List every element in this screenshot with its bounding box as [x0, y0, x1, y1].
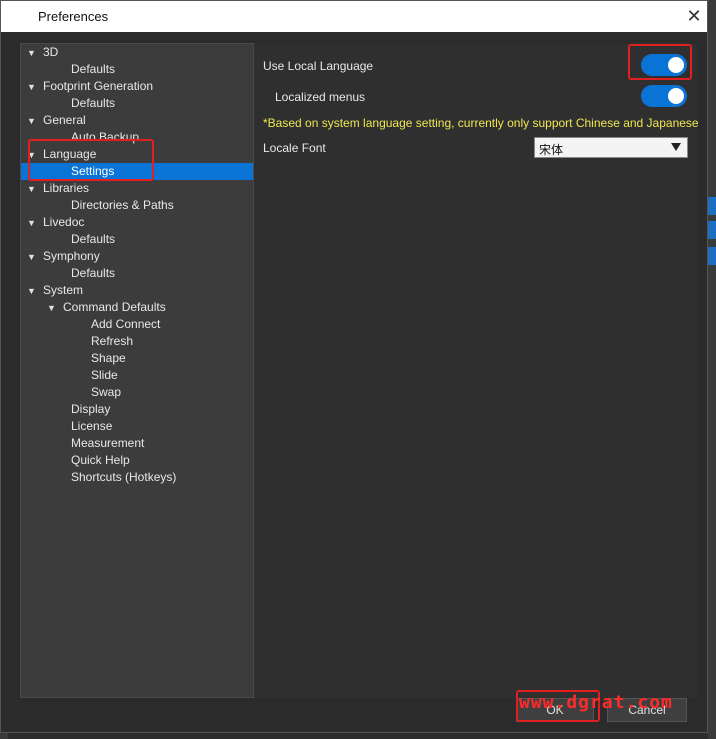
watermark-text: www.dgrat.com — [519, 692, 673, 713]
tree-item-label: Defaults — [71, 62, 116, 76]
tree-item[interactable]: Shortcuts (Hotkeys) — [21, 469, 253, 486]
language-note: *Based on system language setting, curre… — [263, 116, 699, 130]
tree-item[interactable]: ▼ System — [21, 282, 253, 299]
tree-item[interactable]: Refresh — [21, 333, 253, 350]
tree-item-label: Quick Help — [71, 453, 130, 467]
expand-arrow-icon[interactable]: ▼ — [27, 113, 39, 130]
chevron-down-icon — [671, 143, 681, 151]
expand-arrow-icon[interactable]: ▼ — [27, 249, 39, 266]
tree-item[interactable]: ▼ Command Defaults — [21, 299, 253, 316]
expand-arrow-icon[interactable]: ▼ — [47, 300, 59, 317]
tree-item[interactable]: Measurement — [21, 435, 253, 452]
tree-item-label: Defaults — [71, 266, 116, 280]
toggle-knob — [668, 88, 684, 104]
locale-font-value: 宋体 — [539, 143, 564, 157]
close-icon[interactable]: ✕ — [683, 5, 705, 27]
background-app-right — [708, 0, 716, 739]
tree-item[interactable]: Display — [21, 401, 253, 418]
tree-item-label: Libraries — [43, 181, 90, 195]
localized-menus-label: Localized menus — [275, 90, 366, 104]
tree-item-label: Measurement — [71, 436, 145, 450]
tree-item[interactable]: Defaults — [21, 95, 253, 112]
tree-item-label: Command Defaults — [63, 300, 166, 314]
tree-item-label: Swap — [91, 385, 122, 399]
expand-arrow-icon[interactable]: ▼ — [27, 79, 39, 96]
tree-item-label: Shortcuts (Hotkeys) — [71, 470, 177, 484]
tree-item-label: Livedoc — [43, 215, 85, 229]
tree-item-label: License — [71, 419, 113, 433]
tree-item[interactable]: License — [21, 418, 253, 435]
tree-item-label: Refresh — [91, 334, 134, 348]
tree-item-label: System — [43, 283, 84, 297]
use-local-language-label: Use Local Language — [263, 59, 374, 73]
tree-item[interactable]: ▼ Footprint Generation — [21, 78, 253, 95]
dialog-content: ▼ 3D Defaults ▼ Footprint Generation Defaults… — [1, 32, 707, 732]
toggle-highlight-box — [628, 44, 692, 80]
tree-item[interactable]: Defaults — [21, 265, 253, 282]
tree-item[interactable]: Add Connect — [21, 316, 253, 333]
tree-item-label: Directories & Paths — [71, 198, 174, 212]
tree-item[interactable]: ▼ Symphony — [21, 248, 253, 265]
title-bar: Preferences ✕ — [1, 1, 707, 32]
tree-item[interactable]: ▼ 3D — [21, 44, 253, 61]
tree-item-label: General — [43, 113, 86, 127]
locale-font-label: Locale Font — [263, 141, 326, 155]
tree-item-label: Defaults — [71, 96, 116, 110]
preferences-dialog: Preferences ✕ ▼ 3D Defaults ▼ Footprint Gene… — [0, 0, 708, 733]
background-tab — [708, 197, 716, 215]
expand-arrow-icon[interactable]: ▼ — [27, 215, 39, 232]
tree-item-label: Display — [71, 402, 111, 416]
tree-item-label: Defaults — [71, 232, 116, 246]
expand-arrow-icon[interactable]: ▼ — [27, 45, 39, 62]
language-settings-panel: Use Local Language Localized menus *Base… — [254, 43, 699, 698]
background-tab — [708, 247, 716, 265]
tree-item[interactable]: Quick Help — [21, 452, 253, 469]
tree-item[interactable]: Defaults — [21, 231, 253, 248]
locale-font-select[interactable]: 宋体 — [534, 137, 688, 158]
background-tab — [708, 221, 716, 239]
tree-item-label: Add Connect — [91, 317, 161, 331]
language-highlight-box — [28, 139, 154, 181]
tree-item[interactable]: ▼ General — [21, 112, 253, 129]
tree-item-label: Symphony — [43, 249, 100, 263]
tree-item[interactable]: ▼ Livedoc — [21, 214, 253, 231]
expand-arrow-icon[interactable]: ▼ — [27, 283, 39, 300]
tree-item[interactable]: Defaults — [21, 61, 253, 78]
tree-item[interactable]: Directories & Paths — [21, 197, 253, 214]
tree-item[interactable]: Shape — [21, 350, 253, 367]
tree-item-label: Footprint Generation — [43, 79, 154, 93]
dialog-title: Preferences — [38, 9, 109, 24]
tree-item-label: 3D — [43, 45, 59, 59]
tree-item[interactable]: Slide — [21, 367, 253, 384]
expand-arrow-icon[interactable]: ▼ — [27, 181, 39, 198]
tree-item-label: Slide — [91, 368, 118, 382]
tree-item[interactable]: Swap — [21, 384, 253, 401]
tree-item-label: Shape — [91, 351, 126, 365]
tree-item[interactable]: ▼ Libraries — [21, 180, 253, 197]
localized-menus-toggle[interactable] — [641, 85, 687, 107]
